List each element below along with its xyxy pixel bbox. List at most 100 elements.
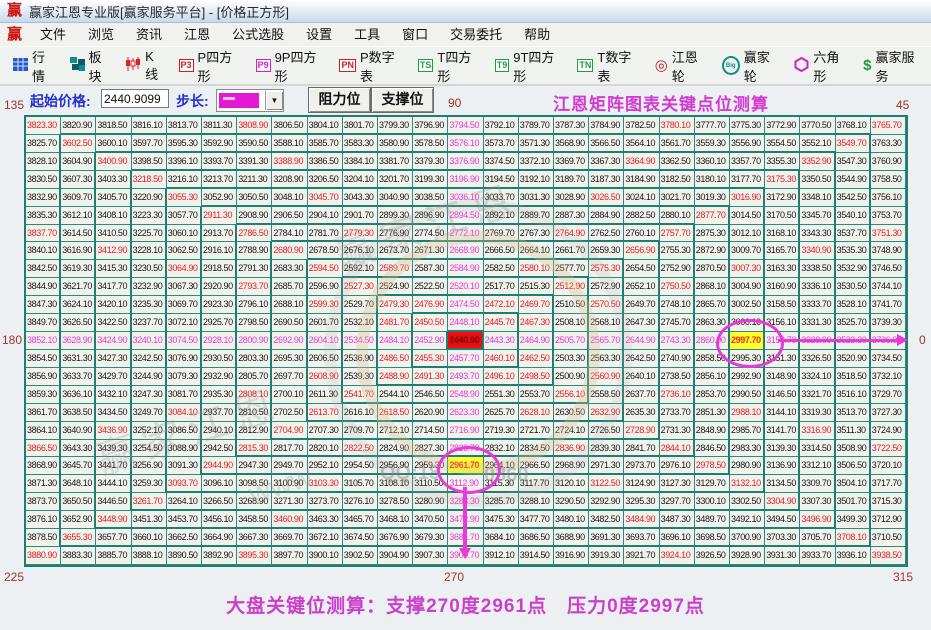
grid-cell: 2666.50 xyxy=(484,242,519,260)
grid-cell: 3067.30 xyxy=(167,278,202,296)
grid-cell: 2524.90 xyxy=(378,278,413,296)
grid-cell: 3684.10 xyxy=(484,529,519,547)
axis-label-135: 135 xyxy=(4,98,24,112)
grid-cell: 3787.30 xyxy=(554,117,589,135)
toolbar-button-P数字表[interactable]: PNP数字表 xyxy=(332,47,410,85)
resistance-button[interactable]: 阻力位 xyxy=(308,87,371,113)
grid-cell: 2846.50 xyxy=(695,440,730,458)
grid-cell: 2637.70 xyxy=(624,386,659,404)
grid-cell: 3391.30 xyxy=(237,153,272,171)
grid-cell: 3499.30 xyxy=(836,511,871,529)
grid-cell: 3936.10 xyxy=(836,547,871,565)
grid-cell: 3355.30 xyxy=(765,153,800,171)
resistance-ellipse-annotation xyxy=(716,319,784,368)
grid-cell: 2608.90 xyxy=(308,368,343,386)
grid-cell: 3252.10 xyxy=(132,422,167,440)
grid-cell: 3312.10 xyxy=(800,457,835,475)
grid-cell: 2594.50 xyxy=(308,260,343,278)
grid-cell: 3436.90 xyxy=(96,422,131,440)
menu-item-0[interactable]: 文件 xyxy=(29,23,77,46)
grid-cell: 3230.50 xyxy=(132,260,167,278)
grid-cell: 3619.30 xyxy=(61,260,96,278)
support-button[interactable]: 支撑位 xyxy=(371,87,434,113)
grid-cell: 3086.50 xyxy=(167,422,202,440)
grid-cell: 3561.70 xyxy=(660,135,695,153)
grid-cell: 2971.30 xyxy=(589,457,624,475)
grid-cell: 2808.10 xyxy=(237,386,272,404)
grid-cell: 3708.10 xyxy=(836,529,871,547)
grid-cell: 2661.70 xyxy=(554,242,589,260)
toolbar-button-P四方形[interactable]: P3P四方形 xyxy=(172,47,249,85)
toolbar-button-9T四方形[interactable]: T99T四方形 xyxy=(488,47,571,85)
grid-cell: 2496.10 xyxy=(484,368,519,386)
toolbar-button-板块[interactable]: 板块 xyxy=(63,47,120,85)
menu-item-8[interactable]: 交易委托 xyxy=(439,23,513,46)
toolbar-button-赢家服务[interactable]: $赢家服务 xyxy=(856,47,931,85)
toolbar-button-K线[interactable]: K线 xyxy=(119,49,171,83)
chevron-down-icon[interactable]: ▼ xyxy=(265,91,283,110)
grid-cell: 2988.10 xyxy=(730,404,765,422)
hexagon-icon xyxy=(794,57,809,75)
grid-cell: 2625.70 xyxy=(484,404,519,422)
grid-cell: 3597.70 xyxy=(132,135,167,153)
grid-cell: 3228.10 xyxy=(132,242,167,260)
grid-cell: 3453.70 xyxy=(167,511,202,529)
grid-cell: 3504.10 xyxy=(836,475,871,493)
grid-cell: 2724.10 xyxy=(554,422,589,440)
start-price-input[interactable] xyxy=(101,89,169,108)
grid-cell: 3595.30 xyxy=(167,135,202,153)
grid-cell: 3571.30 xyxy=(519,135,554,153)
menu-item-6[interactable]: 工具 xyxy=(343,23,391,46)
menu-item-1[interactable]: 浏览 xyxy=(77,23,125,46)
grid-cell: 3050.50 xyxy=(237,189,272,207)
grid-cell: 3240.10 xyxy=(132,332,167,350)
toolbar-button-T四方形[interactable]: TST四方形 xyxy=(411,47,488,85)
grid-cell: 3828.10 xyxy=(26,153,61,171)
toolbar-button-9P四方形[interactable]: P99P四方形 xyxy=(249,47,333,85)
toolbar-button-T数字表[interactable]: TNT数字表 xyxy=(570,47,647,85)
grid-cell: 3573.70 xyxy=(484,135,519,153)
grid-cell: 2474.50 xyxy=(448,296,483,314)
grid-cell: 3088.90 xyxy=(167,440,202,458)
menu-item-7[interactable]: 窗口 xyxy=(391,23,439,46)
grid-cell: 3696.10 xyxy=(660,529,695,547)
toolbar-button-六角形[interactable]: 六角形 xyxy=(787,47,856,85)
grid-cell: 3249.70 xyxy=(132,404,167,422)
grid-cell: 2810.50 xyxy=(237,404,272,422)
grid-cell: 3823.30 xyxy=(26,117,61,135)
grid-cell: 3532.90 xyxy=(836,260,871,278)
grid-cell: 2954.50 xyxy=(343,457,378,475)
grid-cell: 3285.70 xyxy=(484,493,519,511)
grid-cell: 2762.50 xyxy=(589,225,624,243)
grid-cell: 2613.70 xyxy=(308,404,343,422)
grid-cell: 3146.50 xyxy=(765,386,800,404)
toolbar-button-行情[interactable]: 行情 xyxy=(6,47,63,85)
grid-cell: 3938.50 xyxy=(871,547,906,565)
grid-cell: 3703.30 xyxy=(765,529,800,547)
menu-item-9[interactable]: 帮助 xyxy=(513,23,561,46)
menu-item-5[interactable]: 设置 xyxy=(295,23,343,46)
menu-item-2[interactable]: 资讯 xyxy=(125,23,173,46)
grid-cell: 3141.70 xyxy=(765,422,800,440)
grid-cell: 3297.70 xyxy=(660,493,695,511)
grid-cell: 3547.30 xyxy=(836,153,871,171)
step-select[interactable]: ▼ xyxy=(216,89,284,112)
grid-cell: 3480.10 xyxy=(554,511,589,529)
menu-item-3[interactable]: 江恩 xyxy=(173,23,221,46)
grid-cell: 2448.10 xyxy=(448,314,483,332)
grid-cell: 3316.90 xyxy=(800,422,835,440)
menu-item-4[interactable]: 公式选股 xyxy=(221,23,295,46)
grid-cell: 3148.90 xyxy=(765,368,800,386)
toolbar-label: 六角形 xyxy=(813,47,849,85)
grid-cell: 2462.50 xyxy=(519,350,554,368)
toolbar-button-赢家轮[interactable]: Big赢家轮 xyxy=(715,47,788,85)
grid-cell: 3732.10 xyxy=(871,368,906,386)
grid-cell: 2498.50 xyxy=(519,368,554,386)
toolbar-button-江恩轮[interactable]: ◎江恩轮 xyxy=(648,47,715,85)
grid-cell: 3345.70 xyxy=(800,207,835,225)
grid-cell: 3856.90 xyxy=(26,368,61,386)
grid-cell: 3091.30 xyxy=(167,457,202,475)
grid-cell: 3417.70 xyxy=(96,278,131,296)
grid-cell: 3180.10 xyxy=(695,171,730,189)
grid-cell: 3304.90 xyxy=(765,493,800,511)
